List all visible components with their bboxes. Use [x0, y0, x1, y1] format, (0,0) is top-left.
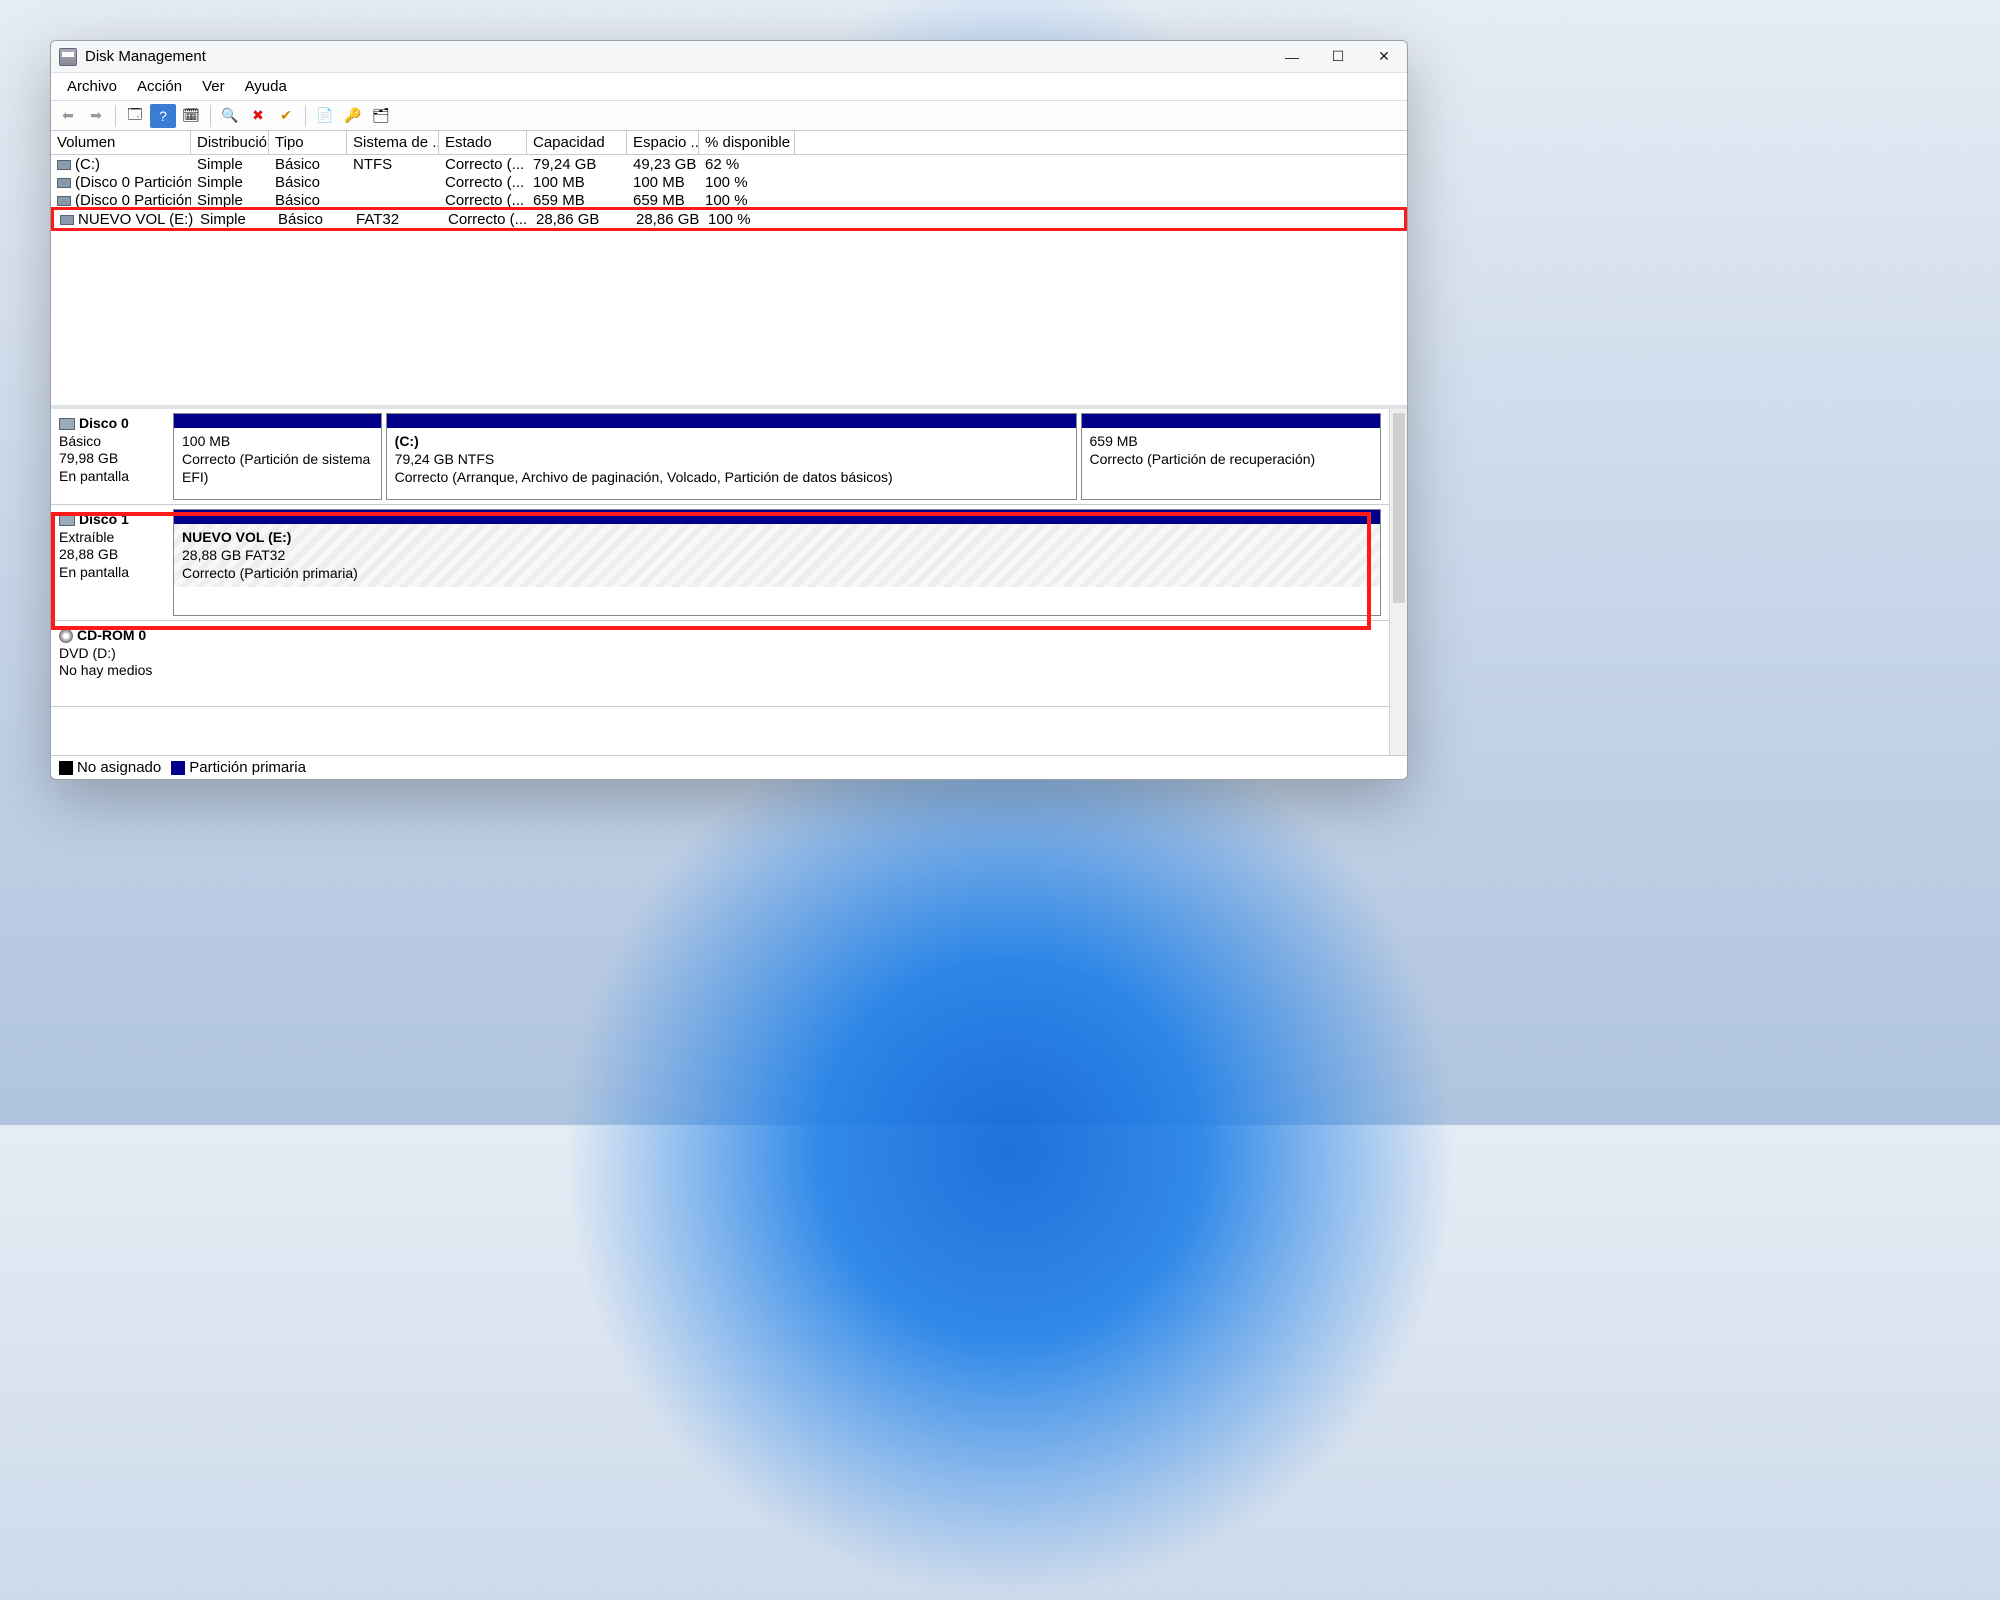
partition-bar	[174, 510, 1380, 524]
col-capacity[interactable]: Capacidad	[527, 131, 627, 154]
disk-icon	[59, 514, 75, 526]
volume-list[interactable]: Volumen Distribución Tipo Sistema de ...…	[51, 131, 1407, 409]
col-fs[interactable]: Sistema de ...	[347, 131, 439, 154]
forward-button[interactable]: ➡	[83, 104, 109, 128]
help-icon[interactable]: ?	[150, 104, 176, 128]
partition-body: 659 MBCorrecto (Partición de recuperació…	[1082, 428, 1381, 472]
partition-bar	[387, 414, 1076, 428]
action1-icon[interactable]: 📄	[312, 104, 338, 128]
graphical-view[interactable]: Disco 0 Básico79,98 GBEn pantalla 100 MB…	[51, 409, 1389, 755]
volume-row[interactable]: (Disco 0 Partición 1)SimpleBásicoCorrect…	[51, 173, 1407, 191]
volume-icon	[57, 160, 71, 170]
col-free[interactable]: Espacio ...	[627, 131, 699, 154]
disk-partitions: 100 MBCorrecto (Partición de sistema EFI…	[165, 409, 1389, 504]
partition-body: 100 MBCorrecto (Partición de sistema EFI…	[174, 428, 381, 491]
partition-body: NUEVO VOL (E:)28,88 GB FAT32Correcto (Pa…	[174, 524, 1380, 587]
disk-icon	[59, 418, 75, 430]
volume-icon	[60, 215, 74, 225]
legend-primary-label: Partición primaria	[189, 759, 306, 776]
disk-partitions	[165, 621, 1389, 706]
properties-icon[interactable]: 🗓	[178, 104, 204, 128]
action3-icon[interactable]: 🗂	[368, 104, 394, 128]
delete-icon[interactable]: ✖	[245, 104, 271, 128]
close-button[interactable]: ✕	[1361, 41, 1407, 73]
disk-row[interactable]: Disco 1 Extraíble28,88 GBEn pantalla NUE…	[51, 505, 1389, 621]
menu-help[interactable]: Ayuda	[235, 76, 297, 97]
menu-view[interactable]: Ver	[192, 76, 235, 97]
check-icon[interactable]: ✔	[273, 104, 299, 128]
scroll-thumb[interactable]	[1393, 413, 1405, 603]
partition[interactable]: 100 MBCorrecto (Partición de sistema EFI…	[173, 413, 382, 500]
disk-info: Disco 1 Extraíble28,88 GBEn pantalla	[51, 505, 165, 620]
minimize-button[interactable]: —	[1269, 41, 1315, 73]
legend-unallocated-swatch	[59, 761, 73, 775]
col-pct[interactable]: % disponible	[699, 131, 795, 154]
back-button[interactable]: ⬅	[55, 104, 81, 128]
scrollbar[interactable]	[1389, 409, 1407, 755]
legend-primary-swatch	[171, 761, 185, 775]
partition[interactable]: 659 MBCorrecto (Partición de recuperació…	[1081, 413, 1382, 500]
col-volume[interactable]: Volumen	[51, 131, 191, 154]
disk-icon	[59, 629, 73, 643]
show-hide-tree-icon[interactable]: 🗔	[122, 104, 148, 128]
menu-bar: Archivo Acción Ver Ayuda	[51, 73, 1407, 101]
menu-action[interactable]: Acción	[127, 76, 192, 97]
volume-icon	[57, 178, 71, 188]
col-type[interactable]: Tipo	[269, 131, 347, 154]
toolbar: ⬅ ➡ 🗔 ? 🗓 🔍 ✖ ✔ 📄 🔑 🗂	[51, 101, 1407, 131]
volume-icon	[57, 196, 71, 206]
app-icon	[59, 48, 77, 66]
col-layout[interactable]: Distribución	[191, 131, 269, 154]
col-status[interactable]: Estado	[439, 131, 527, 154]
window-title: Disk Management	[85, 48, 1269, 65]
menu-file[interactable]: Archivo	[57, 76, 127, 97]
disk-partitions: NUEVO VOL (E:)28,88 GB FAT32Correcto (Pa…	[165, 505, 1389, 620]
partition-bar	[1082, 414, 1381, 428]
titlebar[interactable]: Disk Management — ☐ ✕	[51, 41, 1407, 73]
partition[interactable]: (C:)79,24 GB NTFSCorrecto (Arranque, Arc…	[386, 413, 1077, 500]
action2-icon[interactable]: 🔑	[340, 104, 366, 128]
partition-body: (C:)79,24 GB NTFSCorrecto (Arranque, Arc…	[387, 428, 1076, 491]
legend-unallocated-label: No asignado	[77, 759, 161, 776]
partition[interactable]: NUEVO VOL (E:)28,88 GB FAT32Correcto (Pa…	[173, 509, 1381, 616]
volume-row[interactable]: (C:)SimpleBásicoNTFSCorrecto (...79,24 G…	[51, 155, 1407, 173]
legend: No asignado Partición primaria	[51, 755, 1407, 779]
partition-bar	[174, 414, 381, 428]
volume-list-header: Volumen Distribución Tipo Sistema de ...…	[51, 131, 1407, 155]
disk-management-window: Disk Management — ☐ ✕ Archivo Acción Ver…	[50, 40, 1408, 780]
disk-row[interactable]: Disco 0 Básico79,98 GBEn pantalla 100 MB…	[51, 409, 1389, 505]
refresh-icon[interactable]: 🔍	[217, 104, 243, 128]
disk-info: Disco 0 Básico79,98 GBEn pantalla	[51, 409, 165, 504]
maximize-button[interactable]: ☐	[1315, 41, 1361, 73]
volume-row[interactable]: NUEVO VOL (E:)SimpleBásicoFAT32Correcto …	[51, 207, 1407, 231]
disk-row[interactable]: CD-ROM 0 DVD (D:)No hay medios	[51, 621, 1389, 707]
disk-info: CD-ROM 0 DVD (D:)No hay medios	[51, 621, 165, 706]
